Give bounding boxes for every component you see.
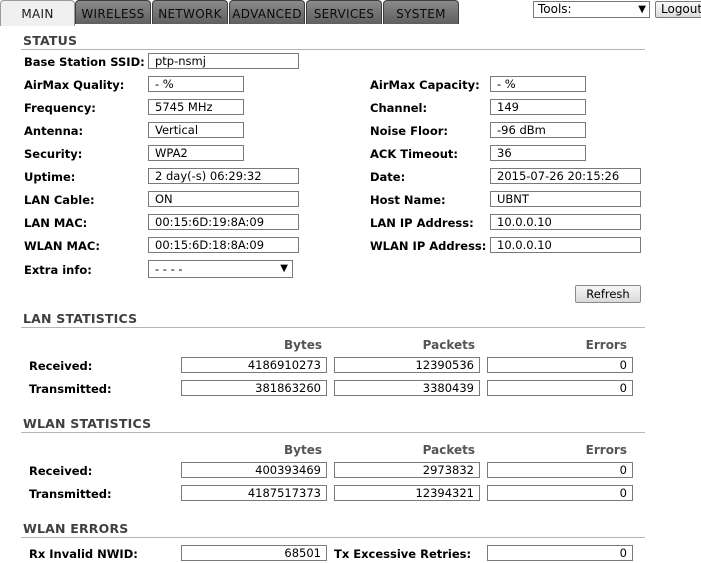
tx-excessive-retries-value: 0 bbox=[487, 545, 633, 561]
noise-floor-value: -96 dBm bbox=[490, 122, 586, 138]
wlan-transmitted-packets: 12394321 bbox=[334, 485, 480, 501]
lan-errors-header: Errors bbox=[585, 338, 627, 352]
tab-wireless[interactable]: WIRELESS bbox=[75, 0, 151, 24]
lan-packets-header: Packets bbox=[422, 338, 475, 352]
lan-transmitted-packets: 3380439 bbox=[334, 380, 480, 396]
wlan-ip-label: WLAN IP Address: bbox=[370, 239, 487, 253]
wlan-received-label: Received: bbox=[29, 464, 93, 478]
lan-mac-label: LAN MAC: bbox=[24, 216, 88, 230]
antenna-label: Antenna: bbox=[24, 124, 84, 138]
wlan-transmitted-label: Transmitted: bbox=[29, 487, 112, 501]
tab-services-label: SERVICES bbox=[313, 7, 375, 21]
tab-main-label: MAIN bbox=[21, 7, 54, 21]
lan-statistics-title: LAN STATISTICS bbox=[23, 311, 138, 326]
wlan-received-errors: 0 bbox=[487, 462, 633, 478]
tab-system[interactable]: SYSTEM bbox=[383, 0, 459, 24]
wlan-transmitted-errors: 0 bbox=[487, 485, 633, 501]
channel-label: Channel: bbox=[370, 101, 428, 115]
tab-advanced-label: ADVANCED bbox=[232, 7, 302, 21]
channel-value: 149 bbox=[490, 99, 586, 115]
wlan-packets-header: Packets bbox=[422, 443, 475, 457]
tools-dropdown[interactable]: Tools: ▼ bbox=[533, 1, 650, 18]
wlan-mac-value: 00:15:6D:18:8A:09 bbox=[148, 237, 299, 253]
tab-wireless-label: WIRELESS bbox=[81, 7, 145, 21]
top-nav-bar: MAIN WIRELESS NETWORK ADVANCED SERVICES … bbox=[0, 0, 701, 26]
wlan-errors-header: Errors bbox=[585, 443, 627, 457]
extra-info-label: Extra info: bbox=[24, 263, 92, 277]
lan-transmitted-bytes: 381863260 bbox=[181, 380, 327, 396]
airmax-capacity-label: AirMax Capacity: bbox=[370, 78, 480, 92]
host-name-value: UBNT bbox=[490, 191, 641, 207]
lan-statistics-divider bbox=[21, 327, 645, 328]
extra-info-select-value: - - - - bbox=[155, 262, 183, 276]
lan-ip-label: LAN IP Address: bbox=[370, 216, 474, 230]
uptime-label: Uptime: bbox=[24, 170, 76, 184]
chevron-down-icon: ▼ bbox=[638, 4, 646, 15]
tab-network-label: NETWORK bbox=[158, 7, 222, 21]
lan-cable-label: LAN Cable: bbox=[24, 193, 95, 207]
wlan-statistics-title: WLAN STATISTICS bbox=[23, 416, 152, 431]
refresh-button[interactable]: Refresh bbox=[575, 285, 641, 303]
uptime-value: 2 day(-s) 06:29:32 bbox=[148, 168, 299, 184]
logout-button[interactable]: Logout bbox=[655, 1, 701, 18]
wlan-bytes-header: Bytes bbox=[284, 443, 322, 457]
wlan-ip-value: 10.0.0.10 bbox=[490, 237, 641, 253]
wlan-received-bytes: 400393469 bbox=[181, 462, 327, 478]
lan-mac-value: 00:15:6D:19:8A:09 bbox=[148, 214, 299, 230]
security-label: Security: bbox=[24, 147, 83, 161]
date-value: 2015-07-26 20:15:26 bbox=[490, 168, 641, 184]
frequency-label: Frequency: bbox=[24, 101, 96, 115]
date-label: Date: bbox=[370, 170, 406, 184]
airmax-capacity-value: - % bbox=[490, 76, 586, 92]
wlan-errors-title: WLAN ERRORS bbox=[23, 521, 129, 536]
tab-system-label: SYSTEM bbox=[396, 7, 446, 21]
tools-dropdown-value: Tools: bbox=[538, 2, 572, 16]
tx-excessive-retries-label: Tx Excessive Retries: bbox=[334, 547, 472, 561]
lan-bytes-header: Bytes bbox=[284, 338, 322, 352]
wlan-errors-divider bbox=[21, 537, 645, 538]
tab-network[interactable]: NETWORK bbox=[152, 0, 228, 24]
lan-transmitted-errors: 0 bbox=[487, 380, 633, 396]
chevron-down-icon: ▼ bbox=[280, 263, 288, 274]
rx-invalid-nwid-value: 68501 bbox=[181, 545, 327, 561]
lan-cable-value: ON bbox=[148, 191, 299, 207]
rx-invalid-nwid-label: Rx Invalid NWID: bbox=[29, 547, 138, 561]
frequency-value: 5745 MHz bbox=[148, 99, 244, 115]
lan-received-errors: 0 bbox=[487, 357, 633, 373]
lan-ip-value: 10.0.0.10 bbox=[490, 214, 641, 230]
status-section-title: STATUS bbox=[23, 33, 78, 48]
tab-advanced[interactable]: ADVANCED bbox=[229, 0, 305, 24]
wlan-mac-label: WLAN MAC: bbox=[24, 239, 100, 253]
main-panel: STATUS Base Station SSID: ptp-nsmj AirMa… bbox=[0, 26, 701, 563]
extra-info-select[interactable]: - - - - ▼ bbox=[148, 260, 293, 278]
noise-floor-label: Noise Floor: bbox=[370, 124, 448, 138]
wlan-received-packets: 2973832 bbox=[334, 462, 480, 478]
airmax-quality-value: - % bbox=[148, 76, 244, 92]
lan-received-bytes: 4186910273 bbox=[181, 357, 327, 373]
lan-received-packets: 12390536 bbox=[334, 357, 480, 373]
ssid-value: ptp-nsmj bbox=[148, 53, 299, 69]
tab-services[interactable]: SERVICES bbox=[306, 0, 382, 24]
security-value: WPA2 bbox=[148, 145, 244, 161]
wlan-statistics-divider bbox=[21, 432, 645, 433]
ack-timeout-value: 36 bbox=[490, 145, 586, 161]
ssid-label: Base Station SSID: bbox=[24, 55, 145, 69]
lan-transmitted-label: Transmitted: bbox=[29, 382, 112, 396]
lan-received-label: Received: bbox=[29, 359, 93, 373]
status-divider bbox=[21, 49, 645, 50]
ack-timeout-label: ACK Timeout: bbox=[370, 147, 459, 161]
antenna-value: Vertical bbox=[148, 122, 244, 138]
host-name-label: Host Name: bbox=[370, 193, 446, 207]
tab-main[interactable]: MAIN bbox=[0, 0, 75, 26]
wlan-transmitted-bytes: 4187517373 bbox=[181, 485, 327, 501]
airmax-quality-label: AirMax Quality: bbox=[24, 78, 125, 92]
